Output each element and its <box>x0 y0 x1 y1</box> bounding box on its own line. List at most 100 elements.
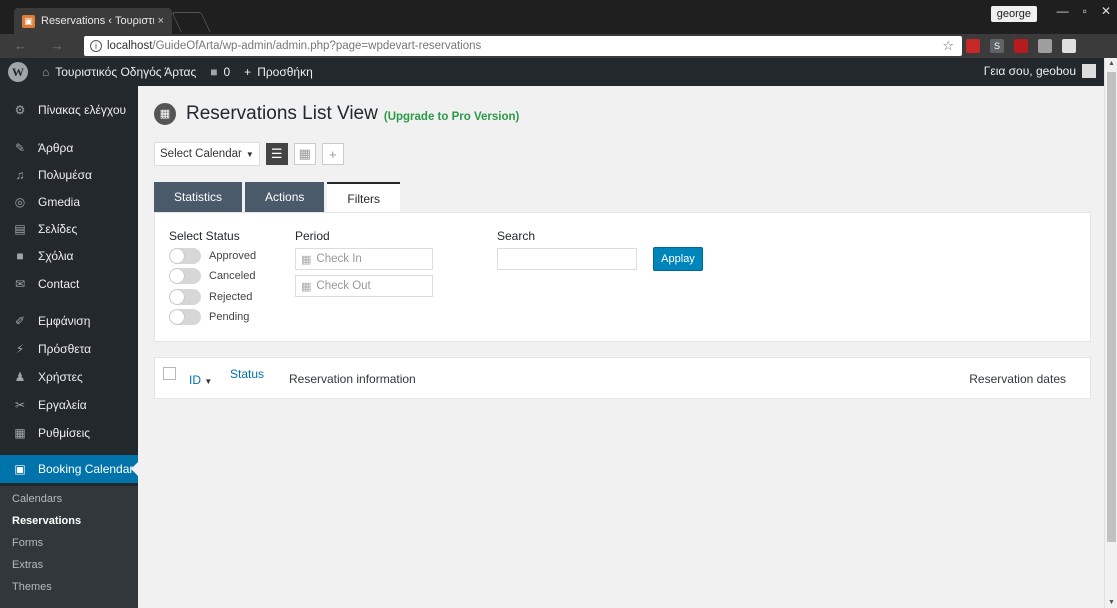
home-icon: ⌂ <box>42 65 50 79</box>
check-out-placeholder: Check Out <box>316 280 371 292</box>
sidebar-item-6[interactable]: ✉ Contact <box>0 270 138 298</box>
chevron-down-icon: ▼ <box>245 149 254 159</box>
sidebar-item-11[interactable]: ▦ Ρυθμίσεις <box>0 419 138 447</box>
sidebar-item-label: Πίνακας ελέγχου <box>38 103 127 117</box>
submenu-themes[interactable]: Themes <box>12 581 52 593</box>
sidebar-item-label: Ρυθμίσεις <box>38 426 91 440</box>
sidebar-item-4[interactable]: ▤ Σελίδες <box>0 215 138 243</box>
media-icon: ♫ <box>15 168 25 182</box>
booking-calendar-submenu: Calendars Reservations Forms Extras Them… <box>0 486 138 608</box>
ext-red-icon[interactable] <box>966 39 980 53</box>
address-bar[interactable]: i localhost/GuideOfArta/wp-admin/admin.p… <box>84 36 962 56</box>
period-label: Period <box>295 229 330 243</box>
info-icon[interactable]: i <box>90 40 102 52</box>
ext-s-icon[interactable]: S <box>990 39 1004 53</box>
calendar-icon: ▦ <box>301 280 312 293</box>
switch-canceled[interactable] <box>169 268 201 284</box>
extensions-bar: S <box>966 39 1076 53</box>
maximize-icon[interactable]: ▫ <box>1083 4 1087 18</box>
account-menu[interactable]: Γεια σου, geobou <box>984 64 1096 78</box>
admin-sidebar: Calendars Reservations Forms Extras Them… <box>0 86 138 608</box>
sidebar-item-9[interactable]: ♟ Χρήστες <box>0 363 138 391</box>
submenu-calendars[interactable]: Calendars <box>12 493 62 505</box>
toggle-rejected[interactable]: Rejected <box>169 289 252 305</box>
toggle-label: Rejected <box>209 291 253 303</box>
calendar-icon: ▦ <box>301 253 312 266</box>
tab-title: Reservations ‹ Τουριστικ <box>41 15 154 27</box>
sidebar-item-7[interactable]: ✐ Εμφάνιση <box>0 307 138 335</box>
apply-button[interactable]: Applay <box>653 247 703 271</box>
new-content-link[interactable]: + Προσθήκη <box>244 65 313 79</box>
tools-icon: ✂ <box>14 398 26 412</box>
calendar-view-icon[interactable]: ▦ <box>293 143 316 165</box>
page-scrollbar[interactable]: ▲ ▼ <box>1104 58 1117 608</box>
column-status-header[interactable]: Status <box>230 367 264 381</box>
select-all-checkbox[interactable] <box>163 367 176 380</box>
tab-actions[interactable]: Actions <box>245 182 325 212</box>
new-tab-button[interactable] <box>171 12 211 32</box>
sidebar-item-12[interactable]: ▣ Booking Calendar <box>0 455 138 483</box>
url-host: localhost <box>107 40 153 52</box>
toggle-label: Canceled <box>209 270 256 282</box>
check-in-field[interactable]: ▦ Check In <box>295 248 433 270</box>
browser-tab[interactable]: ▣ Reservations ‹ Τουριστικ × <box>14 8 172 34</box>
sidebar-item-2[interactable]: ♫ Πολυμέσα <box>0 161 138 189</box>
minimize-icon[interactable]: — <box>1057 4 1069 18</box>
submenu-forms[interactable]: Forms <box>12 537 43 549</box>
toggle-label: Approved <box>209 250 257 262</box>
switch-pending[interactable] <box>169 309 201 325</box>
bookmark-star-icon[interactable]: ☆ <box>942 38 954 54</box>
list-view-icon[interactable]: ☰ <box>265 143 288 165</box>
tab-statistics[interactable]: Statistics <box>154 182 243 212</box>
scrollbar-thumb[interactable] <box>1107 72 1116 542</box>
check-out-field[interactable]: ▦ Check Out <box>295 275 433 297</box>
switch-rejected[interactable] <box>169 289 201 305</box>
toggle-approved[interactable]: Approved <box>169 248 256 264</box>
ext-ublock-icon[interactable] <box>1014 39 1028 53</box>
sidebar-item-0[interactable]: ⚙ Πίνακας ελέγχου <box>0 96 138 124</box>
site-name: Τουριστικός Οδηγός Άρτας <box>55 65 197 79</box>
tab-filters[interactable]: Filters <box>327 182 401 213</box>
switch-approved[interactable] <box>169 248 201 264</box>
window-close-icon[interactable]: ✕ <box>1101 4 1111 18</box>
submenu-extras[interactable]: Extras <box>12 559 43 571</box>
settings-icon: ▦ <box>14 426 26 440</box>
sidebar-item-5[interactable]: ■ Σχόλια <box>0 242 138 270</box>
toggle-pending[interactable]: Pending <box>169 309 249 325</box>
tab-close-icon[interactable]: × <box>158 15 164 27</box>
page-header: ▦ Reservations List View (Upgrade to Pro… <box>154 103 519 125</box>
sidebar-item-3[interactable]: ◎ Gmedia <box>0 188 138 216</box>
upgrade-link[interactable]: (Upgrade to Pro Version) <box>384 111 519 123</box>
sidebar-item-label: Εργαλεία <box>38 398 87 412</box>
column-id-header[interactable]: ID ▼ <box>189 373 212 387</box>
search-input[interactable] <box>497 248 637 270</box>
profile-button[interactable]: george <box>990 6 1037 22</box>
sidebar-item-1[interactable]: ✎ Άρθρα <box>0 134 138 162</box>
add-reservation-icon[interactable]: + <box>321 143 344 165</box>
sidebar-item-label: Εμφάνιση <box>38 314 91 328</box>
ext-drive-icon[interactable] <box>1062 39 1076 53</box>
scroll-up-icon[interactable]: ▲ <box>1108 60 1115 67</box>
select-calendar-dropdown[interactable]: Select Calendar ▼ <box>154 142 260 166</box>
status-label: Select Status <box>169 229 240 243</box>
new-content-label: Προσθήκη <box>257 65 313 79</box>
toggle-canceled[interactable]: Canceled <box>169 268 255 284</box>
sidebar-item-label: Booking Calendar <box>38 462 134 476</box>
avatar <box>1082 64 1096 78</box>
window-controls: — ▫ ✕ <box>1057 4 1111 18</box>
ext-puzzle-icon[interactable] <box>1038 39 1052 53</box>
sidebar-item-label: Άρθρα <box>38 141 74 155</box>
submenu-reservations[interactable]: Reservations <box>12 515 81 527</box>
site-name-link[interactable]: ⌂ Τουριστικός Οδηγός Άρτας <box>42 65 196 79</box>
comment-bubble-icon: ■ <box>210 65 218 79</box>
calendar-plugin-icon: ▦ <box>154 103 176 125</box>
address-bar-row: ← → C i localhost/GuideOfArta/wp-admin/a… <box>0 34 1117 58</box>
dashboard-icon: ⚙ <box>14 103 26 117</box>
comments-link[interactable]: ■ 0 <box>210 65 230 79</box>
sidebar-item-10[interactable]: ✂ Εργαλεία <box>0 391 138 419</box>
sidebar-item-label: Σελίδες <box>38 222 78 236</box>
scroll-down-icon[interactable]: ▼ <box>1108 599 1115 606</box>
wordpress-logo-icon[interactable]: W <box>8 62 28 82</box>
greeting-text: Γεια σου, geobou <box>983 64 1076 78</box>
sidebar-item-8[interactable]: ⚡ Πρόσθετα <box>0 335 138 363</box>
